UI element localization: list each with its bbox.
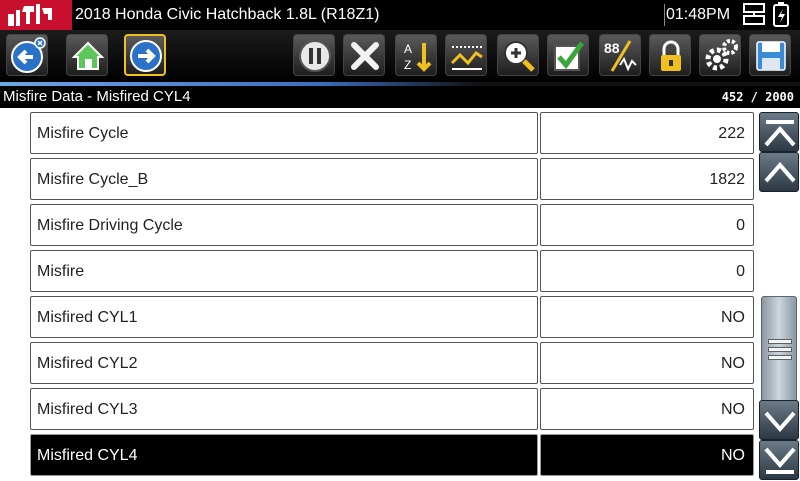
checkmark-icon — [554, 41, 585, 71]
parameter-name-cell: Misfire Cycle_B — [30, 158, 538, 200]
parameter-value-cell: NO — [540, 296, 754, 338]
parameter-value: 1822 — [709, 171, 745, 188]
parameter-name-cell: Misfired CYL1 — [30, 296, 538, 338]
parameter-value: NO — [721, 355, 745, 372]
parameter-value-cell: NO — [540, 342, 754, 384]
list-item[interactable]: Misfire Cycle 222 — [30, 112, 754, 154]
parameter-value: NO — [721, 401, 745, 418]
parameter-name: Misfire Cycle_B — [37, 171, 149, 188]
scrollbar[interactable] — [758, 108, 800, 480]
network-icon — [743, 3, 765, 25]
grip-line — [768, 347, 792, 352]
vehicle-title: 2018 Honda Civic Hatchback 1.8L (R18Z1) — [75, 6, 380, 23]
zoom-icon — [504, 41, 535, 72]
parameter-name: Misfired CYL2 — [37, 355, 138, 372]
scroll-up-icon — [764, 161, 796, 183]
parameter-name-cell: Misfired CYL2 — [30, 342, 538, 384]
select-button[interactable] — [547, 34, 589, 76]
toolbar: A Z 88 — [0, 30, 800, 82]
lock-button[interactable] — [649, 34, 691, 76]
section-header: Misfire Data - Misfired CYL4 452 / 2000 — [0, 86, 800, 108]
status-icons — [740, 2, 798, 28]
scroll-thumb[interactable] — [761, 296, 797, 404]
zoom-button[interactable] — [497, 34, 539, 76]
pause-icon — [299, 40, 331, 72]
wrench-logo-icon[interactable] — [0, 0, 72, 30]
battery-icon — [773, 2, 789, 27]
scroll-up-button[interactable] — [759, 152, 799, 192]
forward-arrow-icon — [130, 40, 162, 72]
list-item[interactable]: Misfired CYL3 NO — [30, 388, 754, 430]
page-bottom-button[interactable] — [759, 440, 799, 480]
parameter-name: Misfired CYL1 — [37, 309, 138, 326]
parameter-name: Misfire Driving Cycle — [37, 217, 183, 234]
list-item[interactable]: Misfire 0 — [30, 250, 754, 292]
units-icon: 88 — [604, 40, 637, 72]
parameter-value: 0 — [736, 263, 745, 280]
parameter-name-cell: Misfire Cycle — [30, 112, 538, 154]
scroll-down-button[interactable] — [759, 400, 799, 440]
parameter-name: Misfired CYL4 — [37, 447, 138, 464]
forward-button[interactable] — [124, 34, 166, 76]
x-icon — [351, 42, 379, 70]
parameter-value: 0 — [736, 217, 745, 234]
home-icon — [71, 41, 105, 70]
gear-icon — [705, 39, 738, 71]
home-button[interactable] — [66, 34, 108, 76]
parameter-value-cell: 222 — [540, 112, 754, 154]
svg-text:A: A — [404, 42, 412, 56]
parameter-name: Misfire — [37, 263, 85, 280]
save-icon — [756, 41, 786, 71]
clear-button[interactable] — [343, 34, 385, 76]
parameter-value: 222 — [718, 125, 745, 142]
parameter-value-cell: 1822 — [540, 158, 754, 200]
parameter-value-cell: NO — [540, 434, 754, 476]
parameter-name-cell: Misfire — [30, 250, 538, 292]
parameter-value-cell: 0 — [540, 250, 754, 292]
page-top-icon — [764, 120, 796, 147]
svg-text:Z: Z — [404, 58, 411, 72]
record-counter: 452 / 2000 — [721, 90, 794, 104]
sort-button[interactable]: A Z — [395, 34, 437, 76]
back-button[interactable] — [6, 34, 48, 76]
clock: 01:48PM — [666, 6, 731, 23]
list-item-selected[interactable]: Misfired CYL4 NO — [30, 434, 754, 476]
list-item[interactable]: Misfired CYL2 NO — [30, 342, 754, 384]
grip-line — [768, 339, 792, 344]
back-arrow-icon — [11, 37, 46, 73]
grip-line — [768, 355, 792, 360]
parameter-name-cell: Misfire Driving Cycle — [30, 204, 538, 246]
sort-az-icon: A Z — [404, 42, 432, 72]
pause-button[interactable] — [293, 34, 335, 76]
parameter-name: Misfire Cycle — [37, 125, 129, 142]
parameter-name-cell: Misfired CYL4 — [30, 434, 538, 476]
graph-button[interactable] — [445, 34, 487, 76]
svg-text:88: 88 — [604, 40, 620, 56]
list-item[interactable]: Misfire Cycle_B 1822 — [30, 158, 754, 200]
graph-icon — [450, 46, 483, 70]
parameter-name: Misfired CYL3 — [37, 401, 138, 418]
parameter-value: NO — [721, 447, 745, 464]
list-item[interactable]: Misfire Driving Cycle 0 — [30, 204, 754, 246]
list-item[interactable]: Misfired CYL1 NO — [30, 296, 754, 338]
title-divider — [664, 4, 665, 26]
page-top-button[interactable] — [759, 112, 799, 152]
parameter-value-cell: NO — [540, 388, 754, 430]
page-bottom-icon — [764, 447, 796, 474]
units-button[interactable]: 88 — [599, 34, 641, 76]
page-title: Misfire Data - Misfired CYL4 — [3, 88, 191, 105]
parameter-name-cell: Misfired CYL3 — [30, 388, 538, 430]
settings-button[interactable] — [699, 34, 741, 76]
lock-icon — [661, 40, 681, 71]
title-bar: 2018 Honda Civic Hatchback 1.8L (R18Z1) … — [0, 0, 800, 30]
scroll-down-icon — [764, 411, 796, 433]
parameter-value: NO — [721, 309, 745, 326]
save-button[interactable] — [749, 34, 791, 76]
parameter-value-cell: 0 — [540, 204, 754, 246]
